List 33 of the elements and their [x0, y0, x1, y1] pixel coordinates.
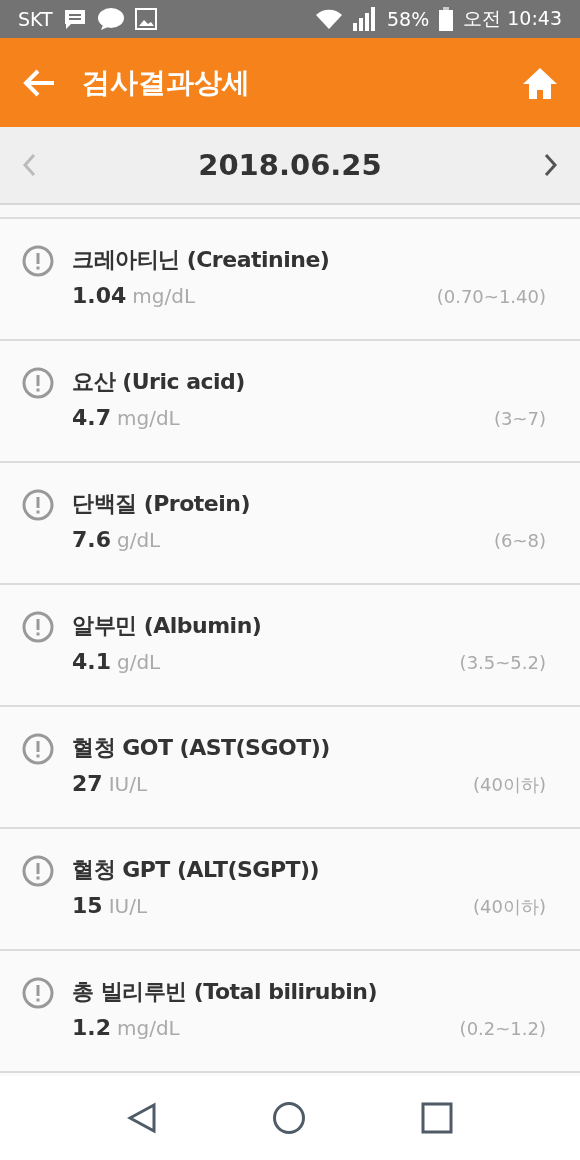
test-name: 총 빌리루빈 (Total bilirubin)	[72, 978, 379, 1006]
result-unit: IU/L	[108, 772, 149, 796]
date-label: 2018.06.25	[198, 148, 382, 182]
reference-range: (3.5~5.2)	[459, 652, 546, 673]
result-value: 4.7	[72, 405, 111, 430]
battery-percent: 58%	[386, 8, 430, 30]
test-name: 단백질 (Protein)	[72, 490, 251, 518]
reference-range: (6~8)	[493, 530, 546, 551]
result-value: 4.1	[72, 649, 111, 674]
result-value: 1.04	[72, 283, 127, 308]
result-unit: mg/dL	[132, 284, 197, 308]
result-value: 15	[72, 893, 103, 918]
result-value: 1.2	[72, 1015, 111, 1040]
test-name: 혈청 GPT (ALT(SGPT))	[72, 856, 321, 884]
test-name: 혈청 GOT (AST(SGOT))	[72, 734, 331, 762]
test-name: 요산 (Uric acid)	[72, 368, 246, 396]
test-name: 크레아티닌 (Creatinine)	[72, 246, 331, 274]
reference-range: (40이하)	[473, 895, 546, 919]
reference-range: (40이하)	[473, 773, 546, 797]
reference-range: (0.70~1.40)	[436, 286, 546, 307]
test-name: 알부민 (Albumin)	[72, 612, 263, 640]
result-unit: g/dL	[117, 650, 162, 674]
reference-range: (0.2~1.2)	[459, 1018, 546, 1039]
result-unit: mg/dL	[117, 1016, 181, 1040]
screen-title: 검사결과상세	[82, 64, 251, 101]
result-value: 27	[72, 771, 103, 796]
clock-time: 오전 10:43	[463, 6, 562, 31]
result-value: 7.6	[72, 527, 111, 552]
result-unit: g/dL	[117, 528, 162, 552]
carrier-name: SKT	[18, 8, 53, 30]
result-unit: mg/dL	[117, 406, 181, 430]
result-unit: IU/L	[108, 894, 149, 918]
reference-range: (3~7)	[493, 408, 546, 429]
